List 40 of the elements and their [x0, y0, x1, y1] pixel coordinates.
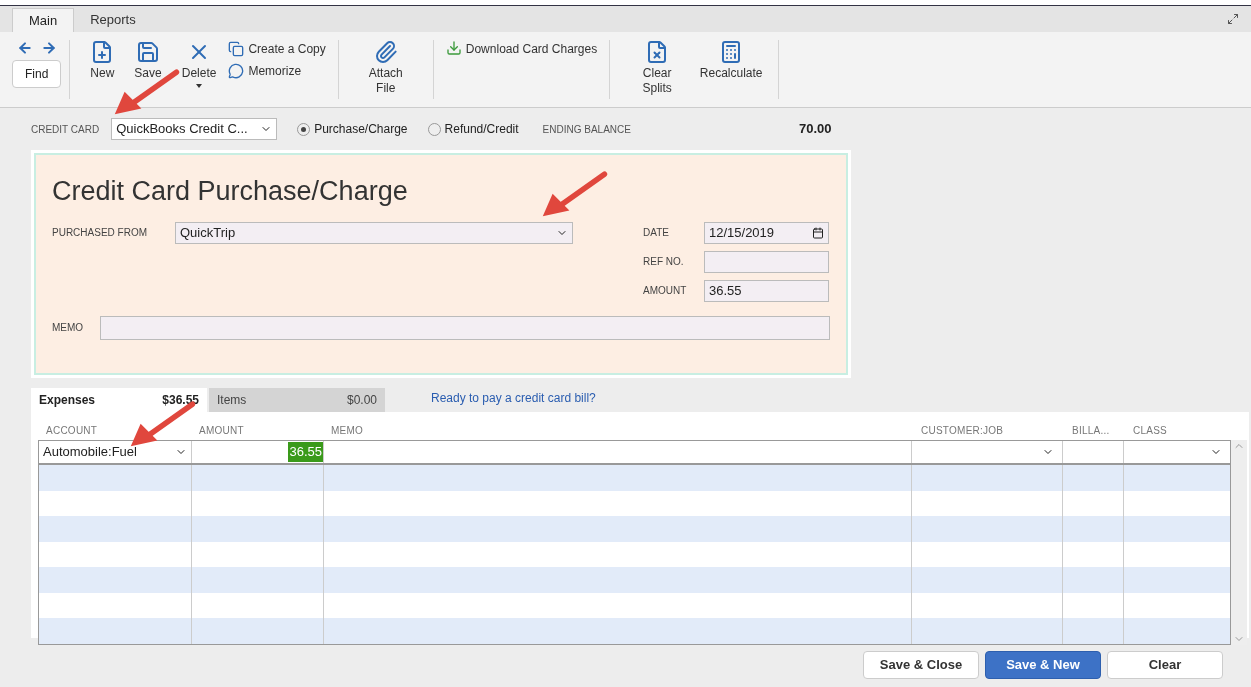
- toolbar-button[interactable]: Create a Copy: [228, 40, 326, 58]
- footer-button[interactable]: Save & Close: [863, 651, 979, 679]
- toolbar-button[interactable]: Delete: [173, 40, 225, 99]
- find-button[interactable]: Find: [12, 60, 62, 88]
- column-header: CLASS: [1132, 423, 1169, 438]
- toolbar-button[interactable]: Recalculate: [696, 40, 767, 99]
- ending-balance: 70.00: [798, 120, 832, 139]
- amount-field[interactable]: 36.55: [704, 279, 829, 302]
- form-title: Credit Card Purchase/Charge: [52, 175, 408, 208]
- field-label: MEMO: [52, 321, 85, 335]
- window-tab[interactable]: Main: [12, 8, 75, 32]
- column-header: AMOUNT: [198, 423, 245, 438]
- column-header: CUSTOMER:JOB: [920, 423, 1005, 438]
- date-field[interactable]: 12/15/2019: [704, 221, 829, 244]
- radio-label: Refund/Credit: [444, 121, 519, 138]
- radio-label: Purchase/Charge: [314, 121, 408, 138]
- field-label: AMOUNT: [643, 284, 688, 298]
- column-header: ACCOUNT: [45, 423, 99, 438]
- toolbar-button[interactable]: Attach File: [350, 40, 421, 99]
- field-label: ENDING BALANCE: [542, 122, 631, 137]
- pay-bill-link[interactable]: Ready to pay a credit card bill?: [431, 389, 596, 407]
- field-label: CREDIT CARD: [31, 122, 100, 137]
- detail-tab[interactable]: Expenses $36.55: [31, 388, 207, 412]
- toolbar-button[interactable]: Download Card Charges: [445, 40, 598, 58]
- toolbar-button[interactable]: Clear Splits: [622, 40, 693, 99]
- column-header: MEMO: [330, 423, 365, 438]
- window-tab[interactable]: Reports: [74, 8, 152, 32]
- field-label: PURCHASED FROM: [52, 226, 148, 240]
- toolbar-button[interactable]: New: [82, 40, 123, 99]
- toolbar-button[interactable]: Save: [126, 40, 170, 99]
- detail-tab[interactable]: Items $0.00: [209, 388, 385, 412]
- field-label: DATE: [643, 226, 670, 240]
- field-label: REF NO.: [643, 255, 685, 269]
- footer-button[interactable]: Save & New: [985, 651, 1101, 679]
- selected-amount-text[interactable]: 36.55: [288, 442, 323, 462]
- footer-button[interactable]: Clear: [1107, 651, 1223, 679]
- column-header: BILLA...: [1071, 423, 1111, 438]
- vendor-dropdown[interactable]: QuickTrip: [175, 221, 573, 244]
- account-dropdown[interactable]: QuickBooks Credit C...: [111, 118, 278, 140]
- toolbar-button[interactable]: Memorize: [228, 62, 326, 80]
